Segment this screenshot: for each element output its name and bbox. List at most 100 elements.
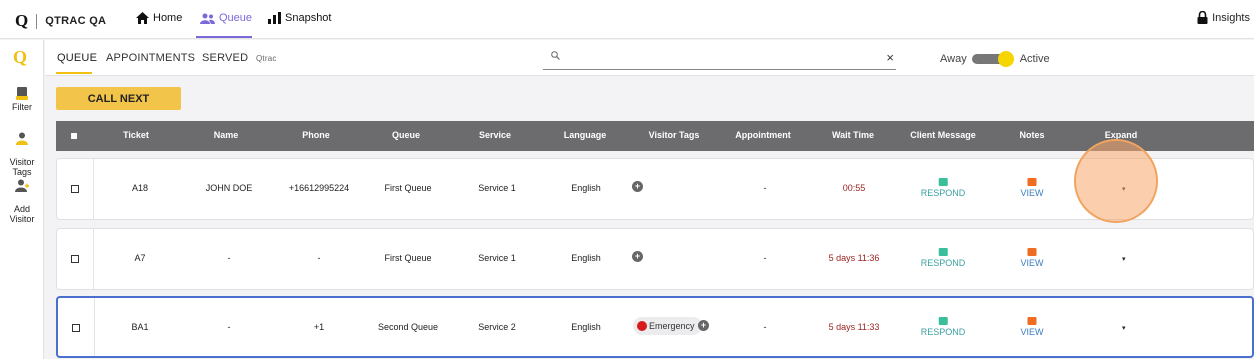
col-language[interactable]: Language: [564, 130, 607, 140]
col-wait-time[interactable]: Wait Time: [832, 130, 874, 140]
cell-name: -: [227, 253, 231, 263]
message-icon: [938, 178, 948, 186]
view-notes-button[interactable]: VIEW: [1020, 178, 1044, 198]
cell-appointment: -: [763, 183, 767, 193]
row-divider: [93, 159, 94, 219]
emergency-dot-icon: [637, 321, 647, 331]
cell-queue: First Queue: [384, 253, 432, 263]
row-checkbox[interactable]: [72, 324, 80, 332]
queue-toolbar: QUEUE APPOINTMENTS SERVED Qtrac × Away A…: [45, 40, 1254, 76]
cell-service: Service 1: [478, 253, 516, 263]
notes-icon: [1027, 317, 1037, 325]
cell-service: Service 1: [478, 183, 516, 193]
people-icon: [200, 13, 215, 24]
cell-language: English: [571, 322, 601, 332]
col-appointment[interactable]: Appointment: [735, 130, 791, 140]
nav-snapshot-label: Snapshot: [285, 12, 332, 24]
col-service[interactable]: Service: [479, 130, 511, 140]
view-notes-button[interactable]: VIEW: [1020, 317, 1044, 337]
view-label: VIEW: [1020, 327, 1044, 337]
sidebar-item-filter[interactable]: Filter: [0, 87, 44, 112]
view-notes-button[interactable]: VIEW: [1020, 248, 1044, 268]
respond-button[interactable]: RESPOND: [920, 317, 966, 337]
cell-queue: Second Queue: [377, 322, 439, 332]
add-tag-icon[interactable]: +: [698, 320, 709, 331]
app-name: QTRAC QA: [45, 15, 107, 27]
search-input[interactable]: [567, 50, 867, 66]
sidebar-item-add-visitor[interactable]: Add Visitor: [0, 169, 44, 224]
availability-toggle[interactable]: [971, 51, 1014, 67]
search-box: ×: [543, 48, 896, 70]
site-name: Qtrac: [256, 54, 277, 63]
nav-home[interactable]: Home: [136, 12, 182, 24]
sidebar-item-label: Add Visitor: [9, 204, 35, 224]
select-all-checkbox[interactable]: [71, 133, 77, 139]
cell-ticket: BA1: [131, 322, 149, 332]
cell-appointment: -: [763, 322, 767, 332]
cell-name: JOHN DOE: [205, 183, 253, 193]
row-divider: [93, 229, 94, 289]
expand-row-icon[interactable]: ▾: [1122, 324, 1126, 332]
col-name[interactable]: Name: [214, 130, 239, 140]
cell-phone: +16612995224: [288, 183, 350, 193]
emergency-tag[interactable]: Emergency: [633, 317, 702, 335]
cell-ticket: A18: [131, 183, 149, 193]
nav-queue-label: Queue: [219, 12, 253, 24]
respond-label: RESPOND: [920, 327, 966, 337]
view-label: VIEW: [1020, 188, 1044, 198]
toggle-knob: [997, 51, 1014, 67]
tab-queue[interactable]: QUEUE: [57, 52, 97, 64]
away-label: Away: [940, 53, 967, 65]
sidebar-item-label: Filter: [12, 102, 32, 112]
col-notes[interactable]: Notes: [1019, 130, 1044, 140]
brand[interactable]: Q QTRAC QA: [15, 11, 106, 31]
notes-icon: [1027, 248, 1037, 256]
clear-search-icon[interactable]: ×: [886, 50, 894, 65]
respond-label: RESPOND: [920, 258, 966, 268]
add-tag-icon[interactable]: +: [632, 181, 643, 192]
sidebar-logo-icon: Q: [13, 47, 28, 67]
brand-divider: [36, 13, 38, 29]
bar-chart-icon: [268, 12, 281, 24]
nav-queue[interactable]: Queue: [200, 12, 252, 24]
emergency-label: Emergency: [649, 321, 695, 331]
left-sidebar: Q Filter Visitor Tags Add Visitor: [0, 40, 44, 359]
col-phone[interactable]: Phone: [302, 130, 330, 140]
col-client-message[interactable]: Client Message: [910, 130, 976, 140]
col-ticket[interactable]: Ticket: [123, 130, 149, 140]
respond-label: RESPOND: [920, 188, 966, 198]
nav-snapshot[interactable]: Snapshot: [268, 12, 331, 24]
active-label: Active: [1019, 53, 1050, 65]
cell-wait-time: 5 days 11:36: [828, 253, 880, 263]
col-queue[interactable]: Queue: [392, 130, 420, 140]
add-visitor-icon: [15, 179, 29, 192]
cell-appointment: -: [763, 253, 767, 263]
cell-service: Service 2: [478, 322, 516, 332]
tab-active-indicator: [56, 72, 92, 74]
home-icon: [136, 12, 149, 24]
cell-wait-time: 5 days 11:33: [828, 322, 880, 332]
notes-icon: [1027, 178, 1037, 186]
row-checkbox[interactable]: [71, 255, 79, 263]
cell-wait-time: 00:55: [842, 183, 866, 193]
search-icon: [551, 51, 560, 60]
cell-language: English: [571, 253, 601, 263]
tab-appointments[interactable]: APPOINTMENTS: [106, 52, 195, 64]
add-tag-icon[interactable]: +: [632, 251, 643, 262]
message-icon: [938, 248, 948, 256]
respond-button[interactable]: RESPOND: [920, 178, 966, 198]
respond-button[interactable]: RESPOND: [920, 248, 966, 268]
view-label: VIEW: [1020, 258, 1044, 268]
table-row[interactable]: BA1 - +1 Second Queue Service 2 English …: [56, 296, 1254, 358]
insights-link[interactable]: Insights: [1197, 11, 1250, 24]
col-visitor-tags[interactable]: Visitor Tags: [649, 130, 700, 140]
tab-served[interactable]: SERVED: [202, 52, 248, 64]
availability-toggle-group: Away Active: [940, 51, 1050, 67]
row-checkbox[interactable]: [71, 185, 79, 193]
table-row[interactable]: A7 - - First Queue Service 1 English + -…: [56, 228, 1254, 290]
insights-label: Insights: [1212, 11, 1250, 24]
call-next-button[interactable]: CALL NEXT: [56, 87, 181, 110]
row-divider: [94, 298, 95, 356]
qtrac-logo-icon: Q: [15, 11, 29, 30]
expand-row-icon[interactable]: ▾: [1122, 255, 1126, 263]
